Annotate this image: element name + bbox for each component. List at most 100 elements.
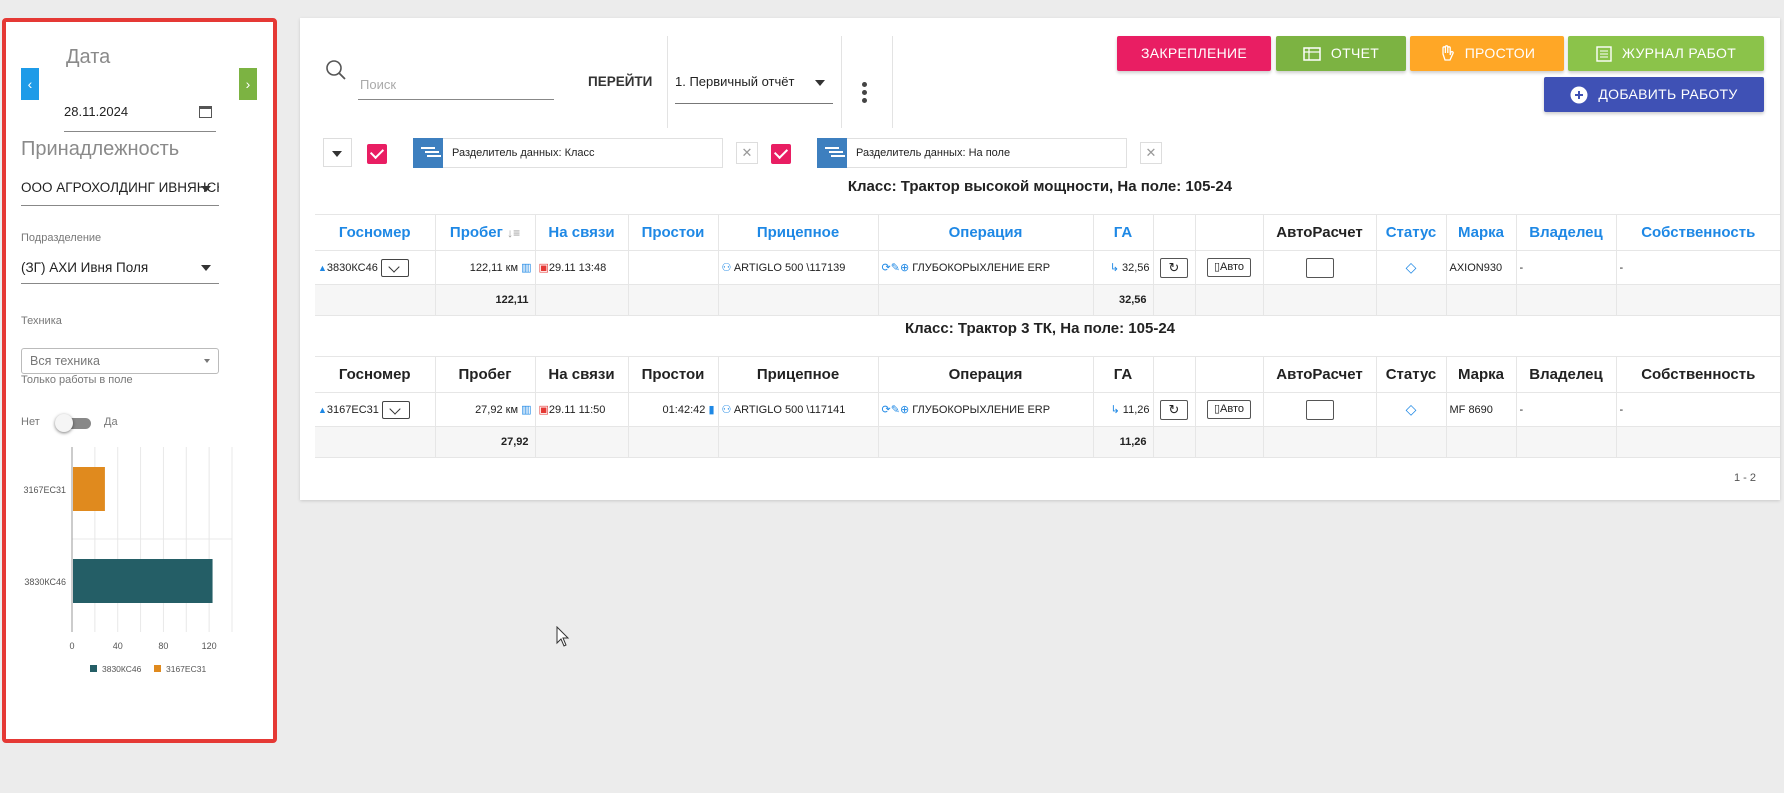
connection-icon: ▣ (538, 262, 549, 274)
plate-number: 3167ЕС31 (326, 403, 379, 416)
table-row[interactable]: ▲3167ЕС31 27,92 км ▥ ▣29.11 11:50 01:42:42… (315, 392, 1780, 427)
column-header[interactable]: Владелец (1515, 214, 1616, 251)
operation-value: ГЛУБОКОРЫХЛЕНИЕ ERP (912, 262, 1051, 274)
grouping-chip-label: Разделитель данных: На поле (856, 147, 1011, 159)
grouping-checkbox-2[interactable] (771, 144, 791, 164)
column-header[interactable]: Госномер (315, 214, 435, 251)
toggle-on-label: Да (104, 416, 118, 428)
add-icon[interactable]: ⊕ (900, 262, 909, 274)
column-header (1194, 356, 1263, 393)
grouping-icon (413, 138, 443, 168)
ownership-type-value: - (1619, 261, 1624, 274)
toggle-off-label: Нет (21, 416, 40, 428)
mileage-value: 27,92 км (475, 404, 519, 416)
field-only-label: Только работы в поле (21, 374, 133, 386)
grouping-checkbox-1[interactable] (367, 144, 387, 164)
auto-button[interactable]: ▯Авто (1206, 400, 1252, 419)
tech-placeholder: Вся техника (30, 354, 100, 368)
chevron-down-icon (201, 265, 211, 271)
column-header[interactable]: На связи (534, 214, 628, 251)
mileage-total: 122,11 (434, 284, 535, 316)
legend-swatch (90, 665, 97, 672)
auto-button[interactable]: ▯Авто (1206, 258, 1252, 277)
operation-status-icon[interactable]: ⟳ (882, 262, 891, 274)
chevron-down-icon (815, 80, 825, 86)
x-tick-label: 80 (158, 641, 168, 651)
refresh-button[interactable]: ↻ (1160, 257, 1188, 278)
plate-number: 3830КС46 (326, 261, 378, 274)
plus-circle-icon (1570, 86, 1588, 104)
grouping-chip-class[interactable]: Разделитель данных: Класс (413, 138, 723, 168)
column-header[interactable]: Простои (627, 214, 718, 251)
column-header[interactable]: Статус (1375, 214, 1446, 251)
add-work-button-label: ДОБАВИТЬ РАБОТУ (1598, 86, 1738, 102)
search-input[interactable] (358, 70, 554, 100)
ownership-select[interactable]: ООО АГРОХОЛДИНГ ИВНЯНСКИЙ (21, 176, 219, 206)
ownership-label: Принадлежность (21, 138, 180, 160)
column-header[interactable]: Собственность (1615, 214, 1780, 251)
field-only-toggle[interactable] (55, 414, 91, 432)
work-log-button[interactable]: ЖУРНАЛ РАБОТ (1568, 36, 1764, 71)
edit-icon[interactable]: ✎ (891, 404, 900, 416)
column-header[interactable]: Пробег ↓≡ (434, 214, 535, 251)
area-value: 11,26 (1122, 404, 1150, 416)
assignment-button[interactable]: ЗАКРЕПЛЕНИЕ (1117, 36, 1271, 71)
map-icon[interactable]: ▥ (521, 262, 531, 274)
signal-icon: ▲ (318, 404, 327, 415)
prev-date-button[interactable]: ‹ (21, 68, 39, 100)
area-total: 11,26 (1092, 426, 1153, 458)
downtime-value: 01:42:42 (662, 404, 706, 416)
add-icon[interactable]: ⊕ (900, 404, 909, 416)
expand-row-button[interactable] (380, 258, 409, 277)
search-icon (326, 60, 346, 80)
refresh-button[interactable]: ↻ (1160, 399, 1188, 420)
column-header: Собственность (1615, 356, 1780, 393)
division-select[interactable]: (ЗГ) АХИ Ивня Поля (21, 252, 219, 284)
report-button-label: ОТЧЕТ (1330, 45, 1380, 61)
remove-grouping-button[interactable]: ✕ (736, 142, 758, 164)
column-header: Статус (1375, 356, 1446, 393)
expand-row-button[interactable] (381, 400, 410, 419)
bar (73, 559, 213, 603)
report-button[interactable]: ОТЧЕТ (1276, 36, 1406, 71)
report-select[interactable]: 1. Первичный отчёт (675, 74, 833, 104)
more-menu-icon[interactable] (862, 82, 868, 106)
sort-icon[interactable]: ↓≡ (507, 226, 520, 240)
column-header[interactable]: Прицепное (717, 214, 878, 251)
tech-select[interactable]: Вся техника (21, 348, 219, 374)
chevron-down-icon (204, 359, 210, 363)
toggle-knob[interactable] (55, 414, 73, 432)
tag-icon[interactable]: ◇ (1406, 401, 1417, 417)
column-header[interactable]: Марка (1445, 214, 1516, 251)
x-tick-label: 0 (69, 641, 74, 651)
bar (73, 467, 105, 511)
column-header[interactable]: Операция (877, 214, 1093, 251)
downtime-icon[interactable]: ▮ (708, 404, 714, 416)
grouping-chip-field[interactable]: Разделитель данных: На поле (817, 138, 1127, 168)
filter-sidebar: Дата ‹ 28.11.2024 › Принадлежность ООО А… (2, 18, 277, 743)
pagination: 1 - 2 (1733, 472, 1756, 484)
remove-grouping-button[interactable]: ✕ (1140, 142, 1162, 164)
autocalc-checkbox[interactable] (1305, 399, 1334, 420)
calendar-icon[interactable] (199, 106, 212, 118)
tag-icon[interactable]: ◇ (1406, 259, 1417, 275)
grouping-dropdown[interactable] (323, 138, 352, 167)
add-work-button[interactable]: ДОБАВИТЬ РАБОТУ (1544, 77, 1764, 112)
last-connection: 29.11 11:50 (548, 404, 606, 416)
downtime-button[interactable]: ПРОСТОИ (1410, 36, 1564, 71)
owner-value: - (1519, 261, 1524, 274)
table-row[interactable]: ▲3830КС46 122,11 км ▥ ▣29.11 13:48 ⚇ ARTIG… (315, 250, 1780, 285)
autocalc-checkbox[interactable] (1305, 257, 1334, 278)
assignment-button-label: ЗАКРЕПЛЕНИЕ (1140, 45, 1248, 61)
work-table: Госномер Пробег ↓≡ На связи Простои Прицепно… (315, 214, 1780, 316)
go-button[interactable]: ПЕРЕЙТИ (588, 74, 652, 89)
operation-status-icon[interactable]: ⟳ (882, 404, 891, 416)
edit-icon[interactable]: ✎ (891, 262, 900, 274)
date-field[interactable]: 28.11.2024 (64, 98, 216, 132)
x-tick-label: 40 (113, 641, 123, 651)
column-header: Операция (877, 356, 1093, 393)
map-icon[interactable]: ▥ (521, 404, 531, 416)
next-date-button[interactable]: › (239, 68, 257, 100)
column-header[interactable]: ГА (1092, 214, 1153, 251)
grouping-filter-row: Разделитель данных: Класс ✕ Разделитель … (320, 136, 1780, 170)
